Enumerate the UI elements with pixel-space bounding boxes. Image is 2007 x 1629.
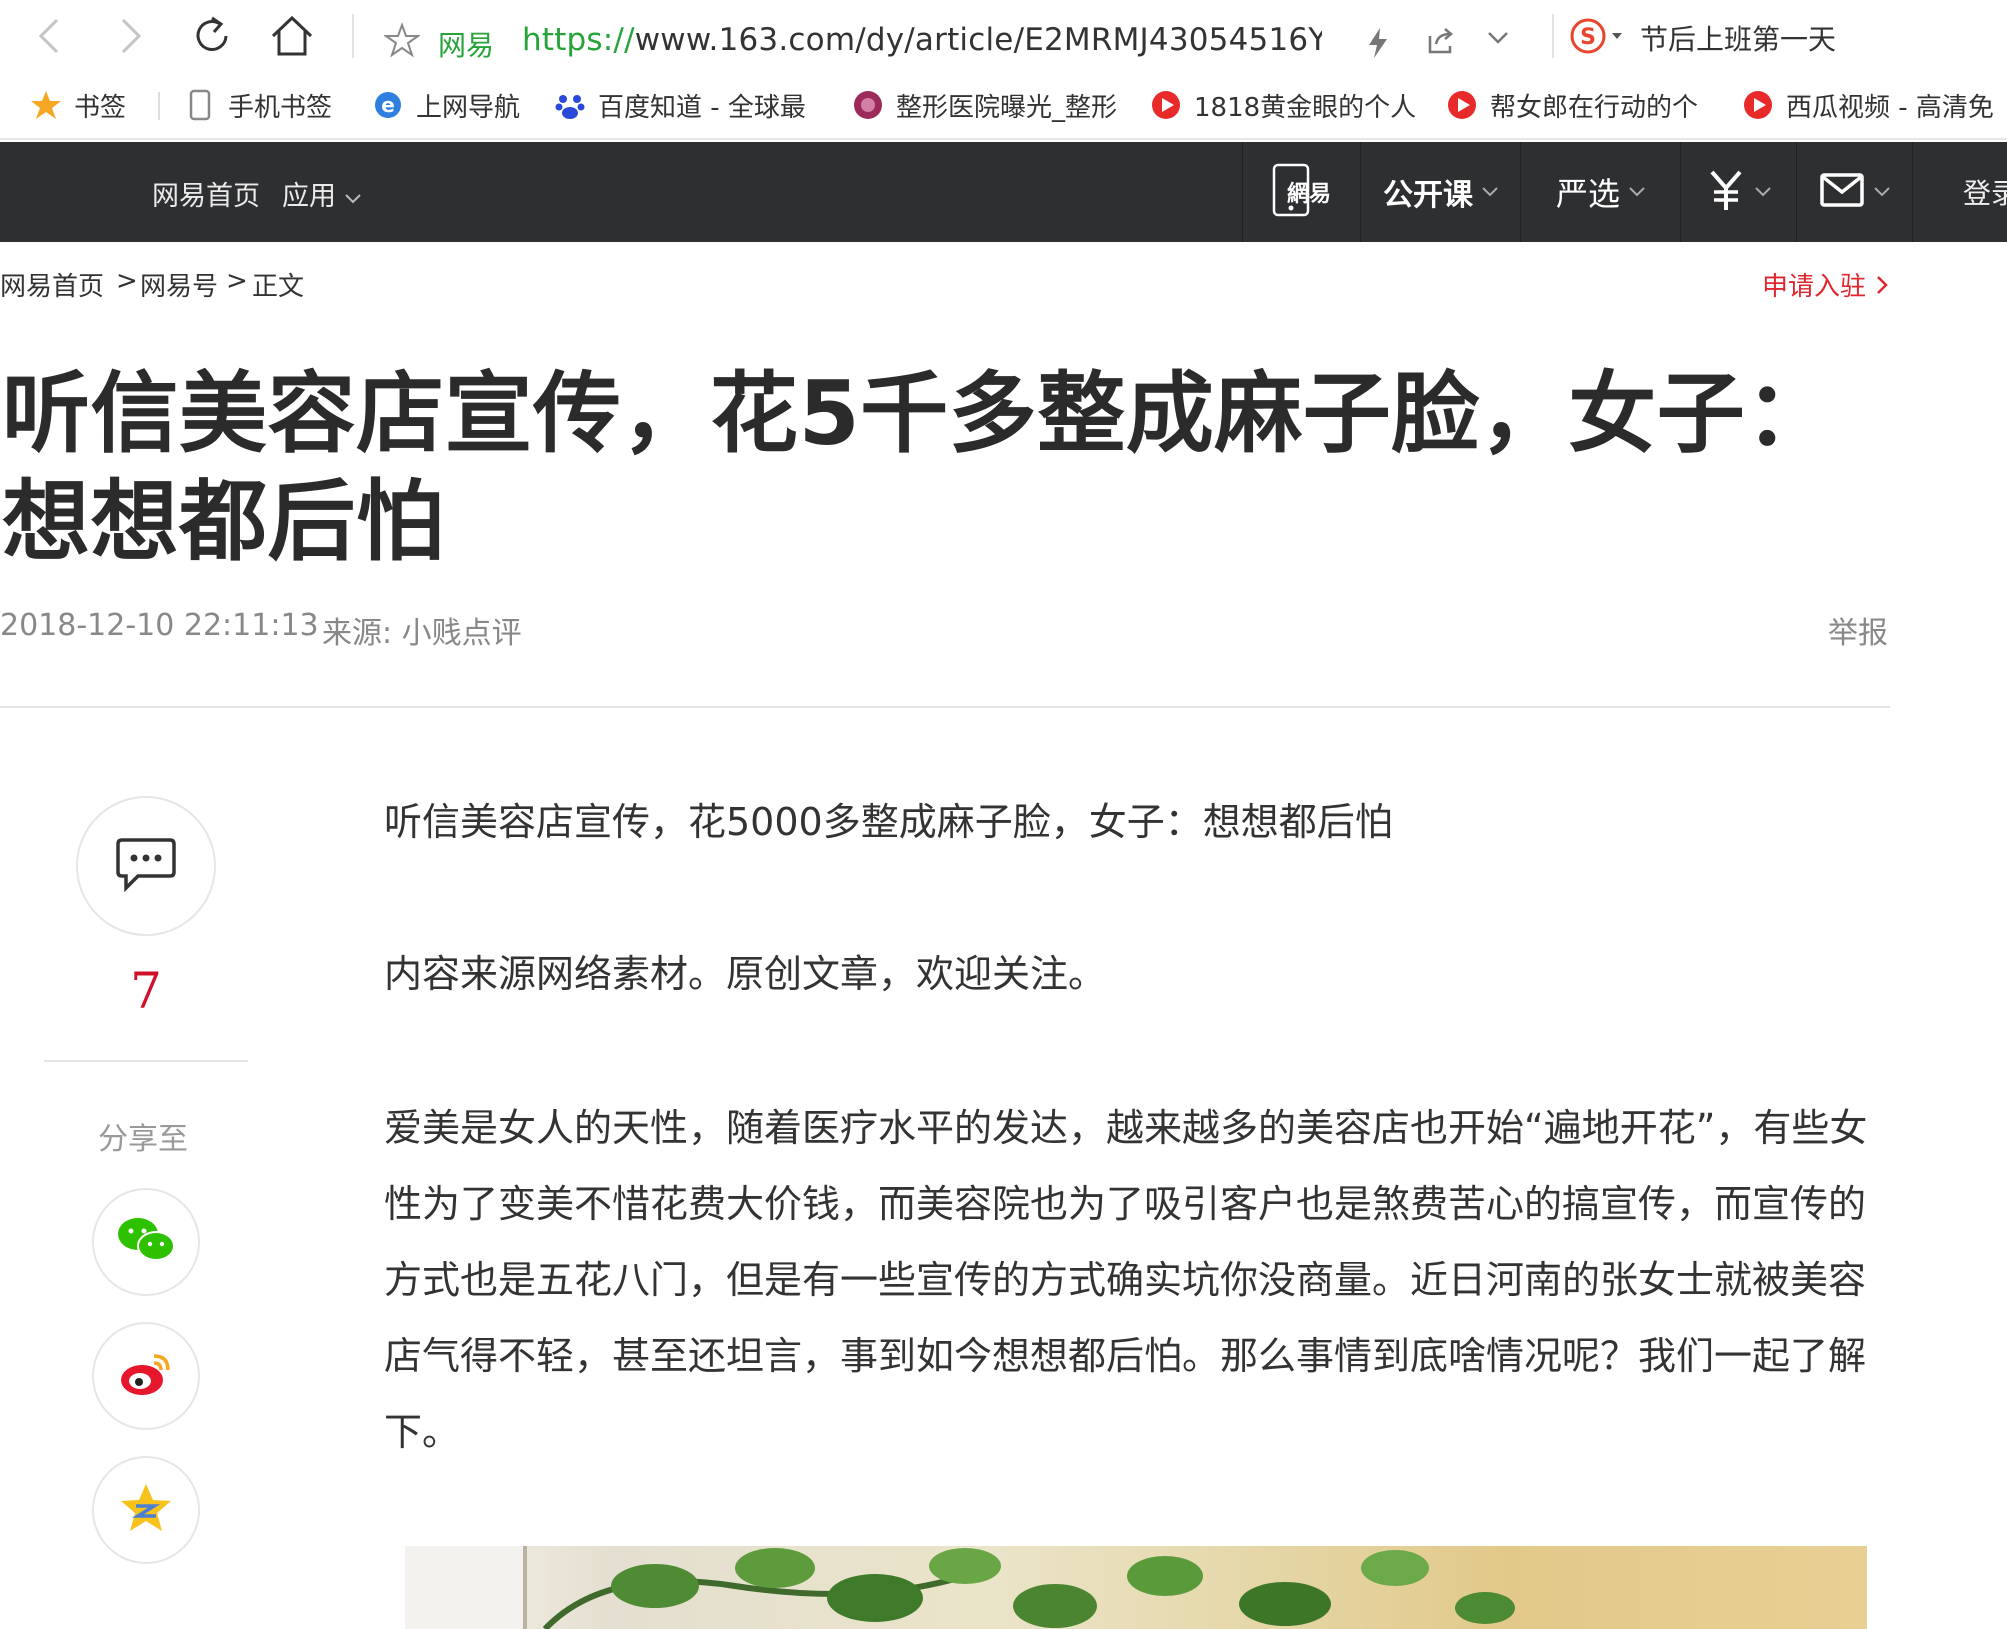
article-image [405, 1546, 1867, 1629]
star-icon [30, 89, 62, 121]
bookmark-item[interactable]: 帮女郎在行动的个 [1446, 86, 1716, 124]
url-path: www.163.com/dy/article/E2MRMJ43054516YN [634, 22, 1322, 58]
payment-menu[interactable] [1680, 142, 1797, 242]
bookmark-label: 帮女郎在行动的个 [1490, 92, 1699, 123]
weibo-icon [118, 1350, 174, 1402]
site-name-label: 网易 [438, 29, 495, 62]
chevron-right-icon [1876, 272, 1888, 302]
chevron-down-icon [1481, 183, 1499, 202]
chevron-down-icon [1873, 183, 1891, 202]
favorite-star-icon[interactable] [382, 22, 422, 62]
yanxuan-label: 严选 [1555, 175, 1620, 213]
header-home-link[interactable]: 网易首页 [152, 174, 260, 213]
site-header: 网易首页 应用 網易 公开课 严选 登录 [0, 142, 2007, 242]
sogou-search-icon[interactable]: S [1570, 16, 1628, 60]
apps-label: 应用 [282, 181, 336, 212]
wechat-icon [116, 1216, 176, 1268]
share-wechat-button[interactable] [92, 1188, 200, 1296]
breadcrumb-separator: > [116, 266, 138, 296]
share-page-icon[interactable] [1426, 26, 1456, 60]
address-bar[interactable]: 网易 https://www.163.com/dy/article/E2MRMJ… [356, 6, 1536, 66]
yen-icon [1706, 168, 1746, 216]
bookmarks-bar: 书签 手机书签 e 上网导航 百度知道 - 全球最 整形医院曝光_整形 1818… [0, 72, 2007, 140]
bookmark-label: 手机书签 [228, 92, 333, 123]
share-weibo-button[interactable] [92, 1322, 200, 1430]
login-button[interactable]: 登录 [1912, 142, 2007, 242]
open-course-menu[interactable]: 公开课 [1360, 142, 1521, 242]
article-paragraph: 爱美是女人的天性，随着医疗水平的发达，越来越多的美容店也开始“遍地开花”，有些女… [384, 1106, 1868, 1454]
refresh-icon[interactable] [184, 8, 240, 64]
bookmark-item[interactable]: 书签 [30, 86, 126, 124]
open-course-label: 公开课 [1383, 178, 1473, 213]
bookmark-label: 西瓜视频 - 高清免 [1786, 92, 1994, 123]
share-qzone-button[interactable] [92, 1456, 200, 1564]
article-datetime: 2018-12-10 22:11:13 [0, 608, 319, 643]
url-scheme: https:// [522, 22, 635, 58]
play-icon [1446, 89, 1478, 121]
dropdown-chevron-icon[interactable] [1486, 30, 1510, 50]
bookmark-item[interactable]: 百度知道 - 全球最 [554, 86, 822, 124]
breadcrumb-section[interactable]: 网易号 [140, 266, 218, 303]
article-paragraph: 内容来源网络素材。原创文章，欢迎关注。 [384, 952, 1107, 996]
bookmark-item[interactable]: 手机书签 [184, 86, 332, 124]
phone-icon [184, 89, 216, 121]
search-box[interactable]: 节后上班第一天 [1640, 18, 1836, 58]
clinic-logo-icon [852, 89, 884, 121]
mobile-badge-text: 網易 [1287, 182, 1332, 207]
bookmark-label: 书签 [74, 92, 127, 123]
toolbar-divider [352, 14, 354, 58]
play-icon [1742, 89, 1774, 121]
browser-toolbar: 网易 https://www.163.com/dy/article/E2MRMJ… [0, 0, 2007, 72]
mail-menu[interactable] [1796, 142, 1913, 242]
bookmark-divider [158, 92, 160, 120]
header-apps-menu[interactable]: 应用 [282, 174, 362, 213]
article-paragraph: 听信美容店宣传，花5000多整成麻子脸，女子：想想都后怕 [384, 800, 1393, 844]
bookmark-item[interactable]: 整形医院曝光_整形 [852, 86, 1120, 124]
mobile-app-button[interactable]: 網易 [1242, 142, 1361, 242]
apply-join-label: 申请入驻 [1762, 272, 1867, 302]
comment-count[interactable]: 7 [128, 962, 164, 1020]
report-link[interactable]: 举报 [1828, 608, 1888, 652]
chevron-down-icon [344, 181, 362, 212]
ie-icon: e [372, 89, 404, 121]
forward-icon[interactable] [102, 8, 158, 64]
login-label: 登录 [1963, 177, 2007, 210]
qzone-icon [118, 1482, 174, 1538]
article-title: 听信美容店宣传，花5千多整成麻子脸，女子：想想都后怕 [2, 362, 1834, 573]
bookmark-label: 百度知道 - 全球最 [598, 92, 806, 123]
home-icon[interactable] [264, 8, 320, 64]
breadcrumb-home[interactable]: 网易首页 [0, 266, 104, 303]
svg-text:S: S [1580, 25, 1596, 50]
bookmark-item[interactable]: e 上网导航 [372, 86, 520, 124]
bookmark-item[interactable]: 1818黄金眼的个人 [1150, 86, 1420, 124]
breadcrumb-separator: > [226, 266, 248, 296]
chevron-down-icon [1754, 183, 1772, 202]
header-divider [0, 706, 1890, 708]
baidu-paw-icon [554, 89, 586, 121]
bookmark-label: 上网导航 [416, 92, 521, 123]
back-icon[interactable] [22, 8, 78, 64]
apply-join-link[interactable]: 申请入驻 [1762, 266, 1888, 303]
bookmark-label: 整形医院曝光_整形 [896, 92, 1118, 123]
mail-icon [1819, 172, 1865, 212]
svg-text:e: e [381, 93, 395, 117]
bookmark-item[interactable]: 西瓜视频 - 高清免 [1742, 86, 2007, 124]
url-text[interactable]: https://www.163.com/dy/article/E2MRMJ430… [522, 22, 1322, 58]
comment-bubble-icon [114, 836, 178, 896]
play-icon [1150, 89, 1182, 121]
rail-divider [44, 1060, 248, 1062]
chevron-down-icon [1628, 183, 1646, 202]
bookmark-label: 1818黄金眼的个人 [1194, 92, 1417, 123]
yanxuan-menu[interactable]: 严选 [1520, 142, 1681, 242]
toolbar-divider [1552, 14, 1554, 58]
breadcrumb-current: 正文 [252, 272, 305, 302]
article-source[interactable]: 来源: 小贱点评 [322, 608, 522, 652]
article-image-content [405, 1546, 1515, 1629]
comment-button[interactable] [76, 796, 216, 936]
share-label: 分享至 [98, 1122, 188, 1157]
lightning-icon[interactable] [1366, 26, 1390, 64]
